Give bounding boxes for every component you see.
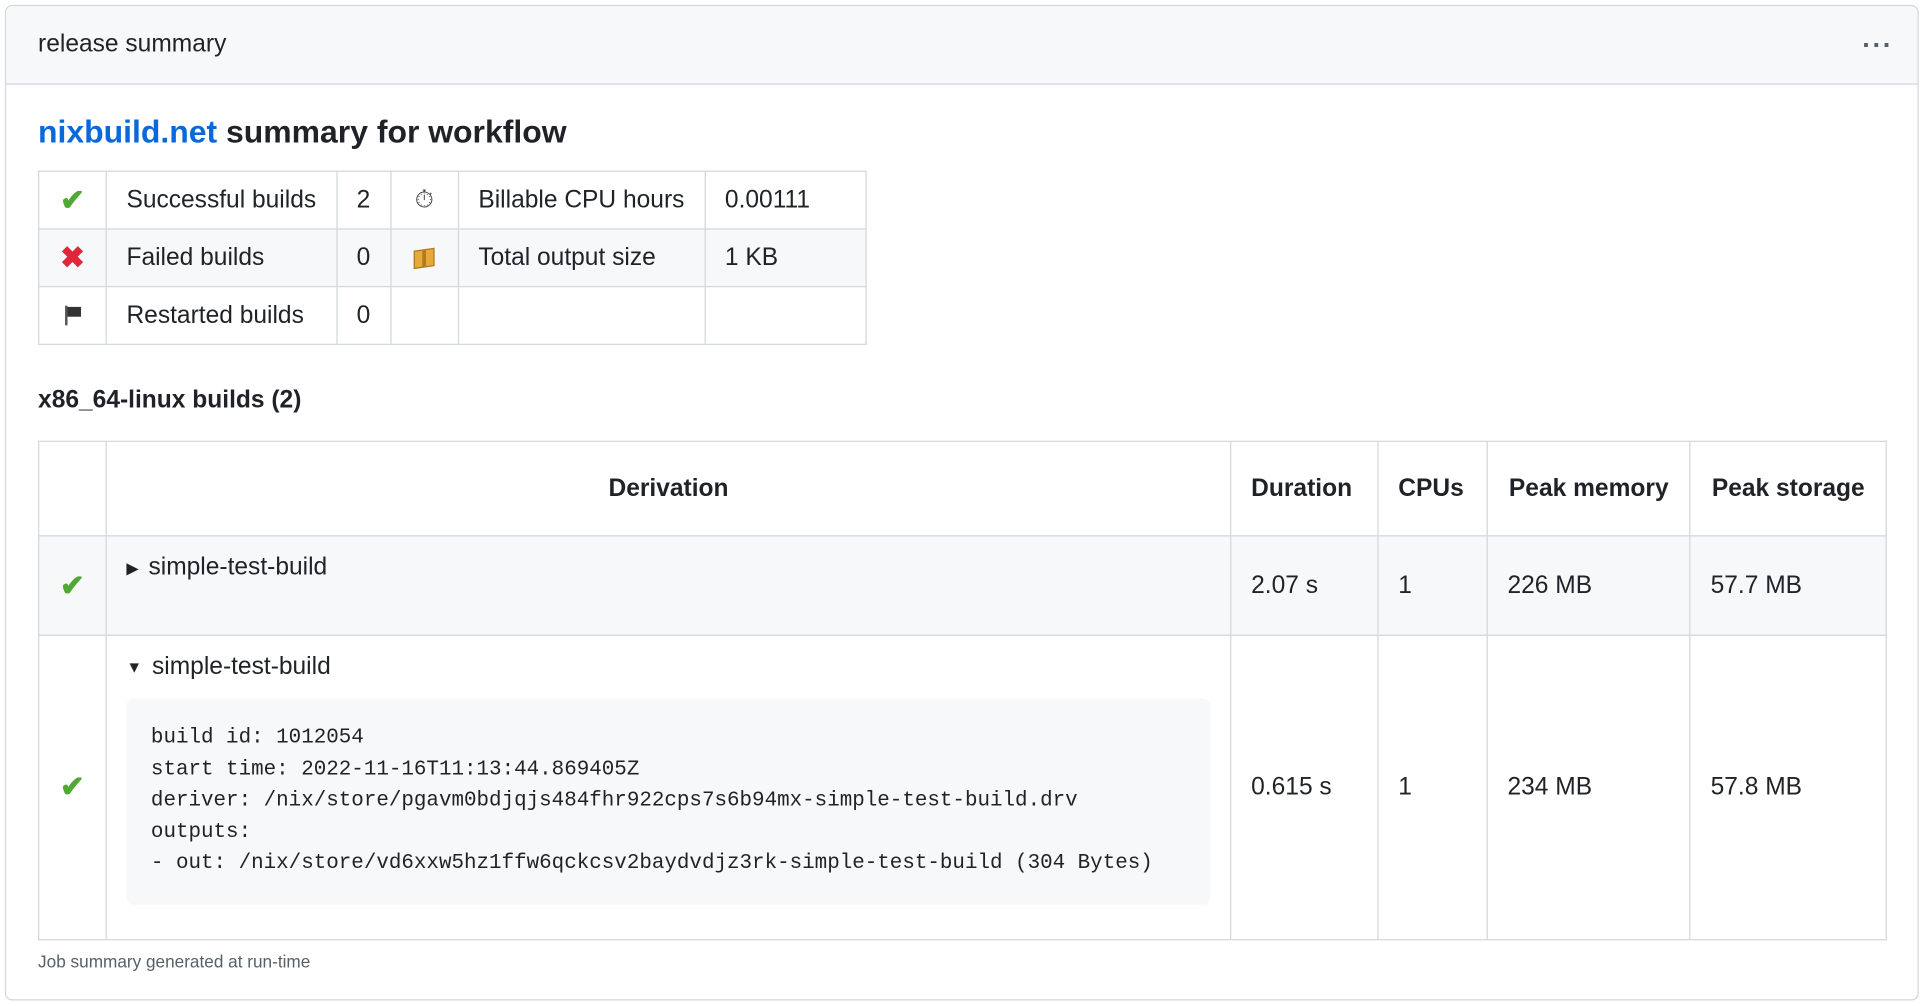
nixbuild-link[interactable]: nixbuild.net xyxy=(38,113,217,150)
card-header: release summary ··· xyxy=(6,6,1918,85)
cpus-cell: 1 xyxy=(1377,634,1488,940)
build-details: build id: 1012054 start time: 2022-11-16… xyxy=(126,698,1211,905)
summary-row: Restarted builds 0 xyxy=(38,286,867,345)
peak-memory-column-header: Peak memory xyxy=(1486,440,1691,537)
footer-note: Job summary generated at run-time xyxy=(38,951,311,972)
status-column-header xyxy=(38,440,107,537)
peak-memory-cell: 234 MB xyxy=(1486,634,1691,940)
summary-icon-cell: ✖ xyxy=(38,228,107,288)
status-cell: ✔ xyxy=(38,634,107,940)
derivation-toggle[interactable]: ▶ simple-test-build xyxy=(126,554,1210,582)
card-title: release summary xyxy=(38,30,227,58)
summary-metric-value xyxy=(704,286,867,345)
cpus-column-header: CPUs xyxy=(1377,440,1488,537)
check-icon: ✔ xyxy=(60,770,85,804)
status-cell: ✔ xyxy=(38,535,107,636)
more-options-icon[interactable]: ··· xyxy=(1862,31,1893,58)
summary-value: 0 xyxy=(335,286,392,345)
derivation-cell: ▶ simple-test-build xyxy=(105,535,1232,636)
job-summary-card: release summary ··· nixbuild.net summary… xyxy=(4,4,1919,1001)
summary-value: 2 xyxy=(335,170,392,230)
builds-table: Derivation Duration CPUs Peak memory Pea… xyxy=(38,440,1887,940)
summary-row: ✔ Successful builds 2 ⏱ Billable CPU hou… xyxy=(38,170,867,230)
package-icon xyxy=(413,247,435,269)
duration-cell: 2.07 s xyxy=(1230,535,1379,636)
peak-storage-column-header: Peak storage xyxy=(1689,440,1887,537)
cross-icon: ✖ xyxy=(60,241,85,275)
derivation-toggle[interactable]: ▼ simple-test-build xyxy=(126,653,1210,681)
summary-label: Failed builds xyxy=(105,228,338,288)
table-row: ✔ ▼ simple-test-build build id: 1012054 … xyxy=(38,634,1887,940)
summary-icon-cell xyxy=(38,286,107,345)
summary-table: ✔ Successful builds 2 ⏱ Billable CPU hou… xyxy=(38,170,867,345)
summary-value: 0 xyxy=(335,228,392,288)
check-icon: ✔ xyxy=(60,183,85,217)
summary-icon-cell: ⏱ xyxy=(389,170,459,230)
page-title-rest: summary for workflow xyxy=(217,112,567,150)
summary-icon-cell xyxy=(389,286,459,345)
summary-metric-label xyxy=(457,286,706,345)
summary-icon-cell: ✔ xyxy=(38,170,107,230)
peak-memory-cell: 226 MB xyxy=(1486,535,1691,636)
summary-metric-value: 1 KB xyxy=(704,228,867,288)
peak-storage-cell: 57.8 MB xyxy=(1689,634,1887,940)
summary-metric-value: 0.00111 xyxy=(704,170,867,230)
summary-row: ✖ Failed builds 0 Total output size 1 KB xyxy=(38,228,867,288)
summary-label: Restarted builds xyxy=(105,286,338,345)
summary-metric-label: Total output size xyxy=(457,228,706,288)
derivation-name: simple-test-build xyxy=(151,653,331,681)
check-icon: ✔ xyxy=(60,568,85,603)
derivation-cell: ▼ simple-test-build build id: 1012054 st… xyxy=(105,634,1232,940)
builds-header-row: Derivation Duration CPUs Peak memory Pea… xyxy=(38,440,1887,537)
builds-heading: x86_64-linux builds (2) xyxy=(38,386,302,414)
triangle-right-icon: ▶ xyxy=(126,557,139,577)
summary-icon-cell xyxy=(389,228,459,288)
peak-storage-cell: 57.7 MB xyxy=(1689,535,1887,636)
derivation-name: simple-test-build xyxy=(148,553,328,581)
cpus-cell: 1 xyxy=(1377,535,1488,636)
summary-label: Successful builds xyxy=(105,170,338,230)
table-row: ✔ ▶ simple-test-build 2.07 s 1 226 MB 57… xyxy=(38,535,1887,636)
triangle-down-icon: ▼ xyxy=(126,657,143,677)
flag-icon xyxy=(63,305,83,326)
derivation-column-header: Derivation xyxy=(105,440,1232,537)
summary-metric-label: Billable CPU hours xyxy=(457,170,706,230)
duration-column-header: Duration xyxy=(1230,440,1379,537)
stopwatch-icon: ⏱ xyxy=(414,185,434,213)
duration-cell: 0.615 s xyxy=(1230,634,1379,940)
page-title: nixbuild.net summary for workflow xyxy=(38,112,1886,151)
